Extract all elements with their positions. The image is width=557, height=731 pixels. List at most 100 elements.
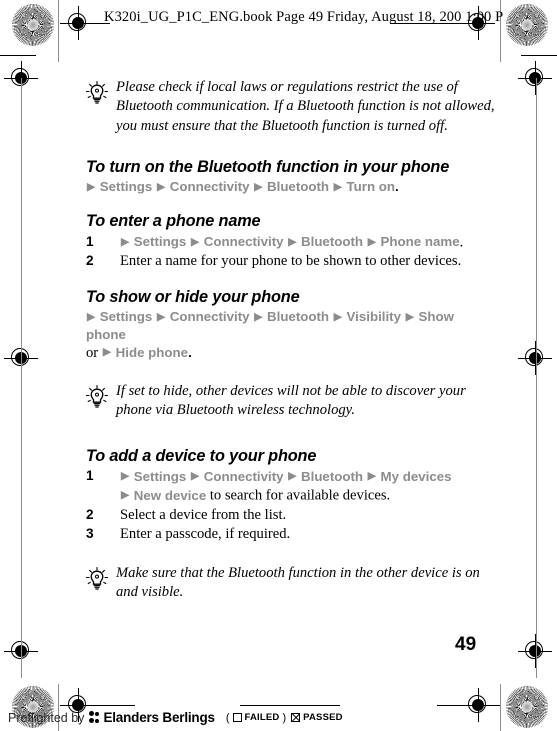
path-item-bluetooth[interactable]: Bluetooth bbox=[301, 234, 363, 249]
step-text-continued: to search for available devices. bbox=[206, 487, 391, 504]
path-arrow-icon: ▶ bbox=[121, 235, 130, 248]
failed-checkbox[interactable] bbox=[232, 713, 242, 722]
passed-checkbox[interactable] bbox=[291, 713, 301, 722]
section-title-enter-phone-name: To enter a phone name bbox=[86, 212, 261, 231]
path-item-bluetooth[interactable]: Bluetooth bbox=[301, 469, 363, 484]
trim-line-right-bottom bbox=[500, 684, 501, 731]
path-item-bluetooth[interactable]: Bluetooth bbox=[267, 179, 329, 194]
elanders-logo-icon bbox=[89, 711, 100, 724]
lightbulb-icon bbox=[84, 384, 110, 410]
path-item-settings[interactable]: Settings bbox=[134, 234, 186, 249]
list-item: 3 Enter a passcode, if required. bbox=[86, 525, 496, 544]
tip-note-2: If set to hide, other devices will not b… bbox=[84, 382, 496, 421]
path-arrow-icon: ▶ bbox=[288, 470, 297, 483]
path-arrow-icon: ▶ bbox=[254, 180, 263, 193]
path-item-connectivity[interactable]: Connectivity bbox=[204, 469, 284, 484]
lightbulb-icon bbox=[84, 566, 110, 592]
section-title-add-device: To add a device to your phone bbox=[86, 446, 317, 465]
path-arrow-icon: ▶ bbox=[156, 310, 166, 323]
path-item-new-device[interactable]: New device bbox=[134, 488, 206, 503]
navigation-path-hide-phone: or ▶ Hide phone. bbox=[86, 344, 496, 363]
navigation-path-my-devices: ▶ Settings ▶ Connectivity ▶ Bluetooth ▶ … bbox=[120, 469, 452, 484]
step-number: 1 bbox=[86, 468, 94, 484]
page-number: 49 bbox=[455, 634, 477, 655]
navigation-path-turn-on: ▶ Settings ▶ Connectivity ▶ Bluetooth ▶ … bbox=[86, 178, 496, 196]
page-content: Please check if local laws or regulation… bbox=[84, 78, 496, 609]
path-arrow-icon: ▶ bbox=[190, 470, 200, 483]
path-arrow-icon: ▶ bbox=[333, 310, 342, 323]
path-arrow-icon: ▶ bbox=[405, 310, 414, 323]
path-arrow-icon: ▶ bbox=[87, 180, 96, 193]
path-period: . bbox=[188, 344, 192, 360]
trim-line-right-body bbox=[536, 78, 537, 678]
trim-line-header-rule-left bbox=[60, 23, 110, 24]
failed-label: FAILED bbox=[244, 712, 280, 723]
path-item-settings[interactable]: Settings bbox=[134, 469, 186, 484]
path-item-hide-phone[interactable]: Hide phone bbox=[116, 345, 188, 360]
path-item-my-devices[interactable]: My devices bbox=[381, 469, 452, 484]
path-arrow-icon: ▶ bbox=[367, 470, 376, 483]
registration-mark-right-middle bbox=[518, 341, 552, 375]
path-item-connectivity[interactable]: Connectivity bbox=[204, 234, 284, 249]
step-number: 1 bbox=[86, 233, 94, 249]
trim-line-left bbox=[58, 0, 59, 62]
step-number: 2 bbox=[86, 253, 94, 269]
preflight-brand-name: Elanders Berlings bbox=[103, 710, 215, 725]
tip-note-3-text: Make sure that the Bluetooth function in… bbox=[116, 565, 480, 601]
path-arrow-icon: ▶ bbox=[367, 235, 376, 248]
trim-line-footer-rule-far-right bbox=[437, 705, 500, 706]
section-title-show-hide-phone: To show or hide your phone bbox=[86, 287, 300, 306]
path-item-settings[interactable]: Settings bbox=[100, 179, 152, 194]
registration-mark-right-lower bbox=[518, 634, 552, 668]
passed-label: PASSED bbox=[303, 712, 343, 723]
path-arrow-icon: ▶ bbox=[121, 489, 130, 502]
navigation-path-new-device: ▶ New device bbox=[120, 488, 206, 503]
path-arrow-icon: ▶ bbox=[333, 180, 342, 193]
document-header-text: K320i_UG_P1C_ENG.book Page 49 Friday, Au… bbox=[104, 9, 504, 25]
path-item-settings[interactable]: Settings bbox=[100, 309, 152, 324]
navigation-path-phone-name: ▶ Settings ▶ Connectivity ▶ Bluetooth ▶ … bbox=[120, 234, 460, 249]
path-item-turn-on[interactable]: Turn on bbox=[347, 179, 396, 194]
section-title-turn-on-bluetooth: To turn on the Bluetooth function in you… bbox=[86, 157, 450, 176]
step-list-enter-phone-name: 1 ▶ Settings ▶ Connectivity ▶ Bluetooth … bbox=[86, 233, 496, 271]
path-item-connectivity[interactable]: Connectivity bbox=[170, 179, 250, 194]
step-text: Select a device from the list. bbox=[120, 506, 287, 523]
path-period: . bbox=[459, 234, 464, 251]
path-item-bluetooth[interactable]: Bluetooth bbox=[267, 309, 329, 324]
tip-note-1-text: Please check if local laws or regulation… bbox=[116, 79, 495, 134]
list-item: 2 Enter a name for your phone to be show… bbox=[86, 252, 496, 271]
path-arrow-icon: ▶ bbox=[121, 470, 130, 483]
step-number: 2 bbox=[86, 506, 94, 522]
path-conjunction: or bbox=[86, 344, 99, 361]
preflight-paren-close: ) bbox=[282, 711, 287, 724]
path-arrow-icon: ▶ bbox=[190, 235, 200, 248]
trim-line-footer-rule-right bbox=[240, 705, 340, 706]
path-item-phone-name[interactable]: Phone name bbox=[381, 234, 460, 249]
trim-line-top-left-h bbox=[0, 55, 36, 56]
path-period: . bbox=[395, 179, 399, 195]
list-item: 2 Select a device from the list. bbox=[86, 506, 496, 525]
preflight-paren-open: ( bbox=[225, 711, 230, 724]
registration-mark-right-upper bbox=[518, 61, 552, 95]
path-arrow-icon: ▶ bbox=[254, 310, 263, 323]
path-item-visibility[interactable]: Visibility bbox=[347, 309, 401, 324]
navigation-path-visibility: ▶ Settings ▶ Connectivity ▶ Bluetooth ▶ … bbox=[86, 308, 496, 344]
step-text: Enter a passcode, if required. bbox=[120, 525, 291, 542]
preflight-footer: Preflighted by Elanders Berlings ( FAILE… bbox=[8, 710, 343, 725]
lightbulb-icon bbox=[84, 80, 110, 106]
registration-rosette-top-left bbox=[12, 4, 54, 46]
path-arrow-icon: ▶ bbox=[156, 180, 166, 193]
registration-rosette-bottom-right bbox=[506, 686, 548, 728]
tip-note-3: Make sure that the Bluetooth function in… bbox=[84, 564, 496, 603]
trim-line-top-right-h bbox=[521, 55, 557, 56]
path-arrow-icon: ▶ bbox=[102, 346, 111, 359]
path-item-connectivity[interactable]: Connectivity bbox=[170, 309, 250, 324]
list-item: 1 ▶ Settings ▶ Connectivity ▶ Bluetooth … bbox=[86, 467, 496, 505]
path-arrow-icon: ▶ bbox=[288, 235, 297, 248]
path-arrow-icon: ▶ bbox=[87, 310, 96, 323]
trim-line-left-body bbox=[21, 78, 22, 678]
tip-note-2-text: If set to hide, other devices will not b… bbox=[116, 383, 466, 419]
list-item: 1 ▶ Settings ▶ Connectivity ▶ Bluetooth … bbox=[86, 233, 496, 252]
step-text: Enter a name for your phone to be shown … bbox=[120, 253, 462, 270]
registration-rosette-top-right bbox=[506, 4, 548, 46]
